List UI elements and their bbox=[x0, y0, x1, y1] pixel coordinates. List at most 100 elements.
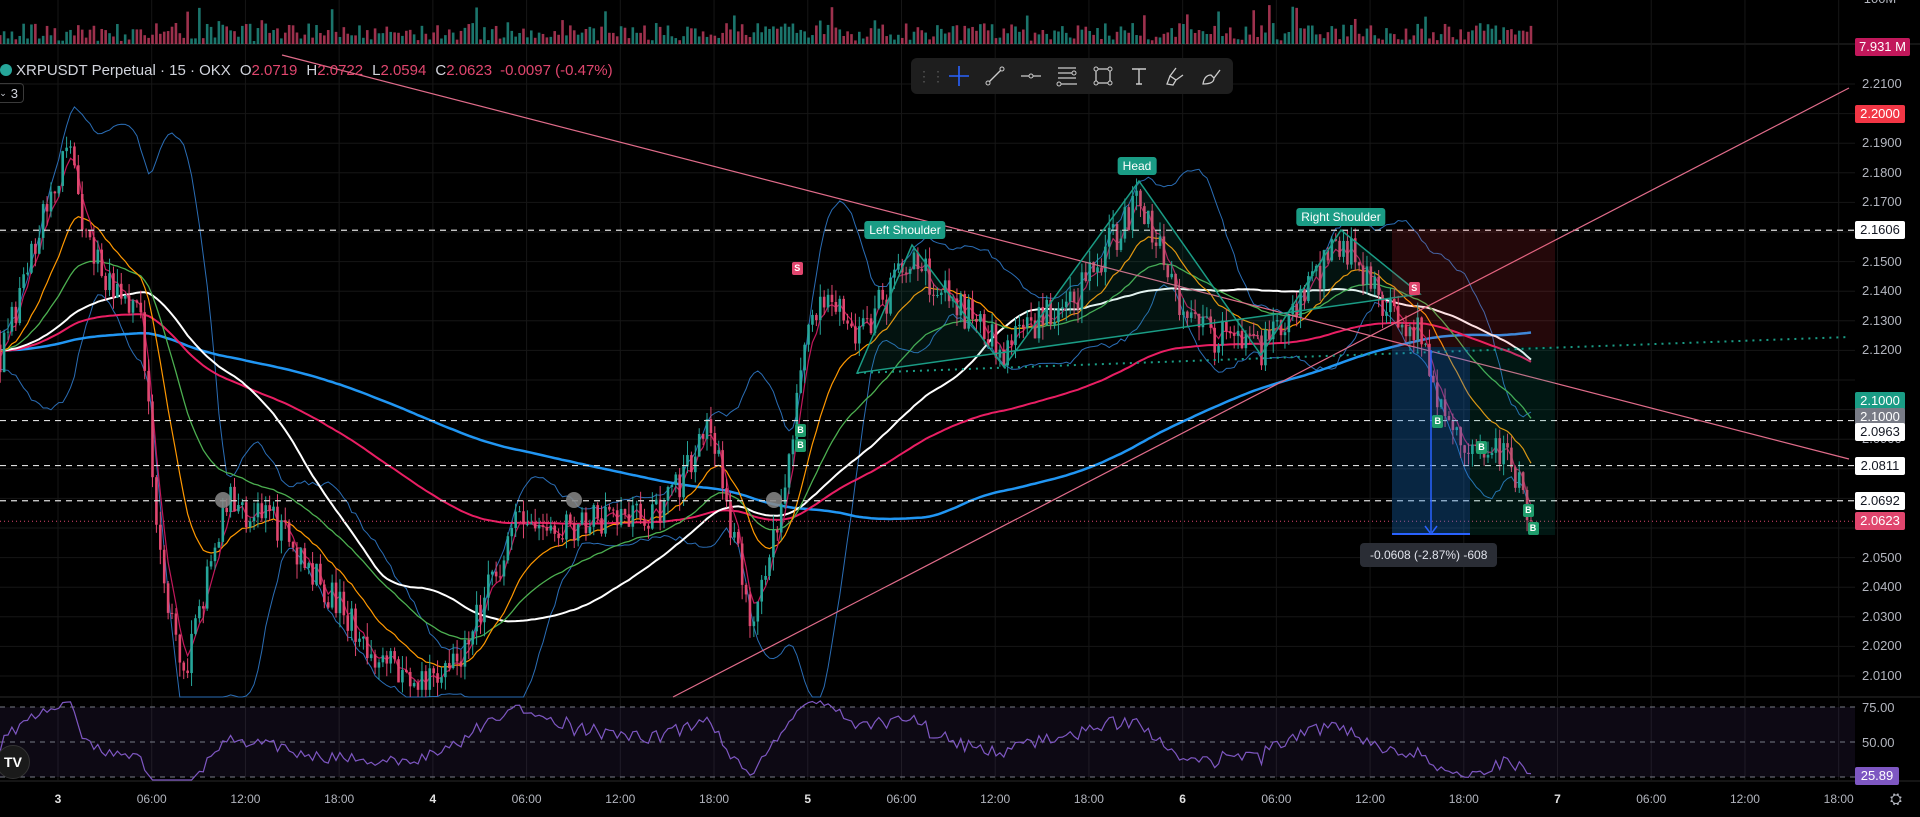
settings-gear-icon[interactable]: ⛭ bbox=[1890, 791, 1902, 808]
candle-body bbox=[483, 597, 486, 623]
volume-bar bbox=[14, 39, 18, 44]
candle-body bbox=[241, 502, 244, 506]
volume-bar bbox=[928, 39, 931, 44]
candle-body bbox=[233, 486, 236, 512]
volume-bar bbox=[1186, 14, 1189, 44]
volume-bar bbox=[623, 27, 627, 44]
candle-body bbox=[537, 525, 541, 529]
volume-bar bbox=[576, 34, 580, 44]
indicators-toggle-button[interactable]: ⌄ 3 bbox=[0, 83, 24, 103]
volume-bar bbox=[6, 38, 10, 44]
volume-bar bbox=[834, 27, 838, 44]
candle-body bbox=[268, 505, 271, 511]
price-axis-label: 2.0100 bbox=[1862, 668, 1902, 683]
volume-bar bbox=[850, 34, 853, 44]
candle-body bbox=[139, 302, 143, 313]
volume-bar bbox=[967, 28, 970, 44]
volume-bar bbox=[186, 11, 189, 44]
volume-bar bbox=[268, 32, 271, 44]
candle-body bbox=[522, 511, 525, 525]
volume-bar bbox=[100, 28, 104, 44]
candle-body bbox=[971, 299, 974, 319]
volume-bar bbox=[1385, 28, 1388, 44]
candle-body bbox=[319, 563, 322, 585]
text-icon[interactable] bbox=[1121, 60, 1157, 92]
volume-bar bbox=[877, 28, 881, 44]
candle-body bbox=[686, 455, 689, 467]
candle-body bbox=[174, 613, 178, 635]
buy-signal-marker[interactable]: B bbox=[1527, 522, 1539, 535]
candle-body bbox=[682, 466, 685, 498]
volume-bar bbox=[1451, 37, 1455, 44]
candle-body bbox=[369, 654, 373, 659]
horizontal-ray-icon[interactable] bbox=[1013, 60, 1049, 92]
candle-body bbox=[572, 522, 576, 541]
volume-bar bbox=[295, 32, 299, 44]
candle-body bbox=[119, 283, 123, 299]
volume-bar bbox=[1447, 26, 1451, 44]
sell-signal-marker[interactable]: S bbox=[791, 261, 803, 275]
volume-bar bbox=[756, 23, 760, 44]
buy-signal-marker[interactable]: B bbox=[1475, 440, 1487, 454]
volume-bar bbox=[479, 39, 482, 44]
volume-bar bbox=[1439, 34, 1443, 44]
fib-retracement-icon[interactable] bbox=[1049, 60, 1085, 92]
volume-bar bbox=[955, 25, 959, 44]
candle-body bbox=[10, 306, 14, 332]
volume-bar bbox=[319, 32, 322, 44]
symbol-title[interactable]: XRPUSDT Perpetual · 15 · OKX bbox=[16, 62, 231, 79]
buy-signal-marker[interactable]: B bbox=[1522, 504, 1534, 518]
volume-bar bbox=[1463, 39, 1466, 44]
brush-icon[interactable] bbox=[1157, 60, 1193, 92]
buy-signal-marker[interactable]: B bbox=[794, 424, 806, 438]
drag-handle-icon[interactable]: ⋮⋮ bbox=[917, 68, 945, 85]
crosshair-icon[interactable] bbox=[941, 60, 977, 92]
volume-bar bbox=[1205, 34, 1209, 44]
price-chart[interactable] bbox=[0, 0, 1920, 817]
trend-line-icon[interactable] bbox=[977, 60, 1013, 92]
candle-body bbox=[733, 531, 736, 538]
volume-bar bbox=[1033, 32, 1037, 44]
candle-body bbox=[1018, 324, 1021, 327]
head-label[interactable]: Head bbox=[1117, 157, 1157, 175]
candle-body bbox=[108, 273, 111, 291]
candle-body bbox=[580, 512, 584, 525]
volume-bar bbox=[807, 37, 810, 44]
candle-body bbox=[260, 503, 264, 519]
candle-body bbox=[334, 582, 338, 614]
volume-bar bbox=[1268, 5, 1271, 45]
volume-bar bbox=[557, 34, 560, 44]
candle-body bbox=[276, 506, 279, 541]
volume-bar bbox=[315, 25, 318, 44]
volume-bar bbox=[690, 28, 693, 44]
sell-signal-marker[interactable]: S bbox=[1408, 282, 1420, 296]
pencil-icon[interactable] bbox=[1193, 60, 1229, 92]
buy-signal-marker[interactable]: B bbox=[794, 439, 806, 453]
volume-bar bbox=[994, 38, 998, 44]
volume-bar bbox=[725, 23, 728, 44]
candle-body bbox=[1025, 317, 1029, 328]
volume-bar bbox=[49, 35, 53, 44]
volume-bar bbox=[487, 40, 490, 44]
volume-bar bbox=[1432, 32, 1435, 44]
candle-body bbox=[846, 320, 849, 324]
buy-signal-marker[interactable]: B bbox=[1432, 415, 1444, 429]
candle-body bbox=[444, 663, 447, 678]
candle-body bbox=[471, 631, 475, 645]
candle-body bbox=[338, 591, 342, 614]
candle-body bbox=[162, 549, 166, 584]
volume-bar bbox=[1275, 39, 1279, 44]
volume-bar bbox=[30, 24, 33, 44]
volume-bar bbox=[858, 31, 861, 44]
volume-bar bbox=[736, 31, 740, 44]
volume-bar bbox=[1498, 39, 1502, 44]
rectangle-icon[interactable] bbox=[1085, 60, 1121, 92]
left-shoulder-label[interactable]: Left Shoulder bbox=[864, 221, 946, 239]
volume-bar bbox=[1041, 30, 1045, 44]
volume-bar bbox=[943, 33, 947, 44]
volume-bar bbox=[498, 38, 502, 44]
right-shoulder-label[interactable]: Right Shoulder bbox=[1296, 208, 1386, 226]
candle-body bbox=[1022, 324, 1025, 328]
candle-body bbox=[151, 401, 154, 478]
volume-bar bbox=[1357, 33, 1361, 44]
